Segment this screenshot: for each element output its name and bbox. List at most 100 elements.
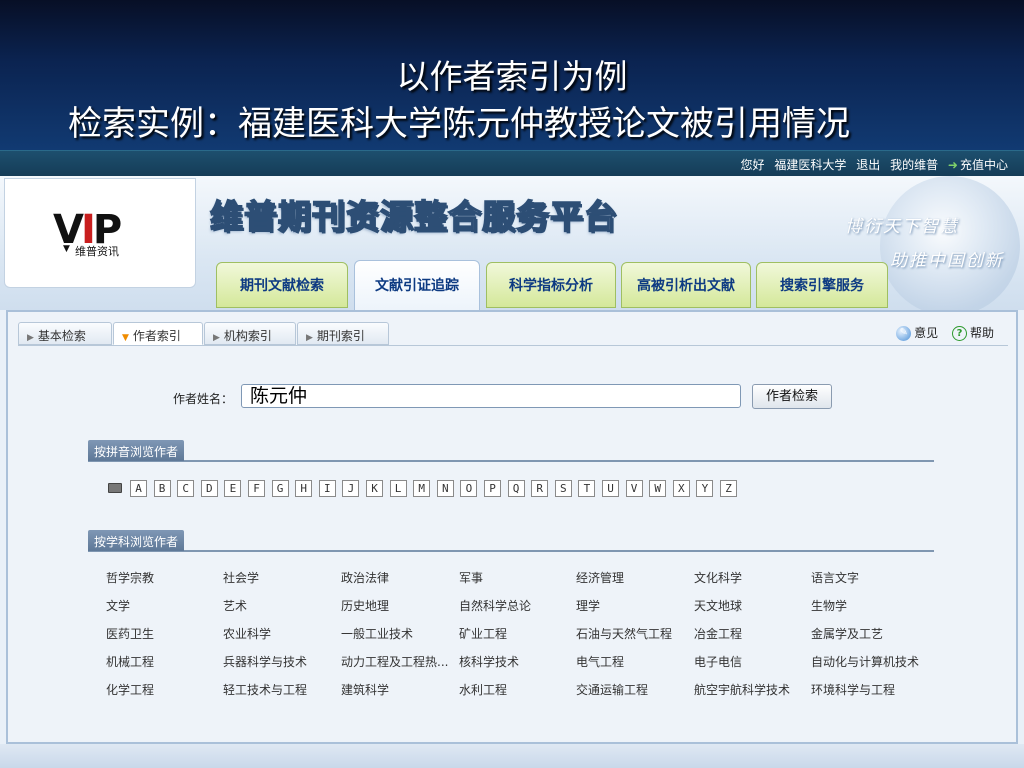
pinyin-section-title: 按拼音浏览作者 [88,440,185,461]
user-name[interactable]: 福建医科大学 [774,158,846,172]
logout-link[interactable]: 退出 [856,158,880,172]
subtab-journal-index[interactable]: ▶ 期刊索引 [297,322,389,345]
subject-link[interactable]: 文学 [106,597,130,614]
letter-button-v[interactable]: V [625,480,643,497]
subject-link[interactable]: 医药卫生 [106,625,154,642]
opinion-link[interactable]: 意见 [914,326,938,340]
letter-button-x[interactable]: X [672,480,690,497]
pinyin-section-header: 按拼音浏览作者 [88,440,934,462]
slogan-line1: 博衍天下智慧 [845,217,959,237]
author-index-panel: ▶ 基本检索 ▼ 作者索引 ▶ 机构索引 ▶ 期刊索引 ✎ 意见 ? 帮助 作者姓名： 陈元… [6,310,1018,744]
letter-button-j[interactable]: J [342,480,360,497]
subject-link[interactable]: 交通运输工程 [576,681,648,698]
subject-link[interactable]: 农业科学 [223,625,271,642]
subtab-label: 基本检索 [37,329,86,343]
slogan-line2: 助推中国创新 [890,251,1004,271]
letter-button-q[interactable]: Q [507,480,525,497]
site-banner: VIP ▼ 维普资讯 维普期刊资源整合服务平台 博衍天下智慧 助推中国创新 期刊… [0,176,1024,310]
letter-button-t[interactable]: T [578,480,596,497]
letter-button-k[interactable]: K [366,480,383,497]
subject-link[interactable]: 动力工程及工程热... [341,653,448,670]
subject-link[interactable]: 军事 [459,569,483,586]
subtab-author-index[interactable]: ▼ 作者索引 [113,322,203,345]
subtab-institution-index[interactable]: ▶ 机构索引 [204,322,296,345]
subject-link[interactable]: 艺术 [223,597,247,614]
letter-button-l[interactable]: L [389,480,407,497]
subject-link[interactable]: 哲学宗教 [106,569,154,586]
subject-link[interactable]: 生物学 [811,597,847,614]
recharge-link[interactable]: 充值中心 [960,158,1008,172]
subject-link[interactable]: 一般工业技术 [341,625,413,642]
letter-button-a[interactable]: A [130,480,147,497]
subject-link[interactable]: 建筑科学 [341,681,389,698]
letter-button-p[interactable]: P [484,480,501,497]
letter-button-m[interactable]: M [413,480,431,497]
subject-link[interactable]: 理学 [576,597,600,614]
subject-link[interactable]: 历史地理 [341,597,389,614]
subject-link[interactable]: 冶金工程 [694,625,742,642]
subject-link[interactable]: 经济管理 [576,569,624,586]
letter-button-f[interactable]: F [248,480,265,497]
subject-link[interactable]: 轻工技术与工程 [223,681,307,698]
letter-button-o[interactable]: O [460,480,478,497]
letter-button-e[interactable]: E [224,480,242,497]
letter-button-i[interactable]: I [318,480,336,497]
subject-link[interactable]: 自动化与计算机技术 [811,653,919,670]
author-name-input[interactable]: 陈元仲 [241,384,741,408]
letter-button-w[interactable]: W [649,480,667,497]
tab-search-engine[interactable]: 搜索引擎服务 [756,262,888,308]
subject-link[interactable]: 社会学 [223,569,259,586]
page-footer-strip [0,744,1024,768]
keyboard-icon [108,483,122,493]
chevron-right-icon: ▶ [27,333,34,343]
subject-link[interactable]: 兵器科学与技术 [223,653,307,670]
tab-science-indicators[interactable]: 科学指标分析 [486,262,616,308]
subtab-label: 机构索引 [223,329,272,343]
help-icon[interactable]: ? [951,326,967,341]
letter-button-b[interactable]: B [153,480,171,497]
tab-citation-tracking[interactable]: 文献引证追踪 [354,260,480,310]
letter-button-d[interactable]: D [200,480,218,497]
subject-link[interactable]: 电子电信 [694,653,742,670]
subject-link[interactable]: 化学工程 [106,681,154,698]
letter-button-h[interactable]: H [295,480,313,497]
author-name-label: 作者姓名： [173,392,234,406]
letter-button-c[interactable]: C [177,480,195,497]
subject-link[interactable]: 语言文字 [811,569,859,586]
subject-link[interactable]: 自然科学总论 [459,597,531,614]
help-link[interactable]: 帮助 [970,326,994,340]
author-search-button[interactable]: 作者检索 [752,384,832,409]
platform-title: 维普期刊资源整合服务平台 [209,196,618,237]
subject-link[interactable]: 金属学及工艺 [811,625,883,642]
letter-button-z[interactable]: Z [720,480,737,497]
letter-button-g[interactable]: G [271,480,289,497]
subject-link[interactable]: 政治法律 [341,569,389,586]
subject-link[interactable]: 电气工程 [576,653,624,670]
letter-button-s[interactable]: S [554,480,572,497]
letter-button-r[interactable]: R [531,480,549,497]
subtab-label: 期刊索引 [316,329,365,343]
subject-link[interactable]: 天文地球 [694,597,742,614]
subject-link[interactable]: 水利工程 [459,681,507,698]
tab-journal-search[interactable]: 期刊文献检索 [216,262,348,308]
subject-link[interactable]: 环境科学与工程 [811,681,895,698]
letter-button-y[interactable]: Y [696,480,714,497]
opinion-icon[interactable]: ✎ [896,326,912,341]
subject-link[interactable]: 核科学技术 [459,653,519,670]
my-vip-link[interactable]: 我的维普 [890,158,938,172]
tab-highly-cited[interactable]: 高被引析出文献 [621,262,751,308]
vip-logo[interactable]: VIP ▼ 维普资讯 [4,178,196,288]
subject-link[interactable]: 机械工程 [106,653,154,670]
subtab-basic-search[interactable]: ▶ 基本检索 [18,322,112,345]
subject-link[interactable]: 文化科学 [694,569,742,586]
recharge-icon: ➜ [947,158,958,172]
subtab-label: 作者索引 [132,329,181,343]
letter-button-n[interactable]: N [436,480,454,497]
subject-section-header: 按学科浏览作者 [88,530,934,552]
subject-link[interactable]: 矿业工程 [459,625,507,642]
letter-button-u[interactable]: U [602,480,619,497]
chevron-right-icon: ▶ [306,333,313,343]
slide-title-line1: 以作者索引为例 [396,57,628,96]
subject-link[interactable]: 航空宇航科学技术 [694,681,790,698]
subject-link[interactable]: 石油与天然气工程 [576,625,672,642]
